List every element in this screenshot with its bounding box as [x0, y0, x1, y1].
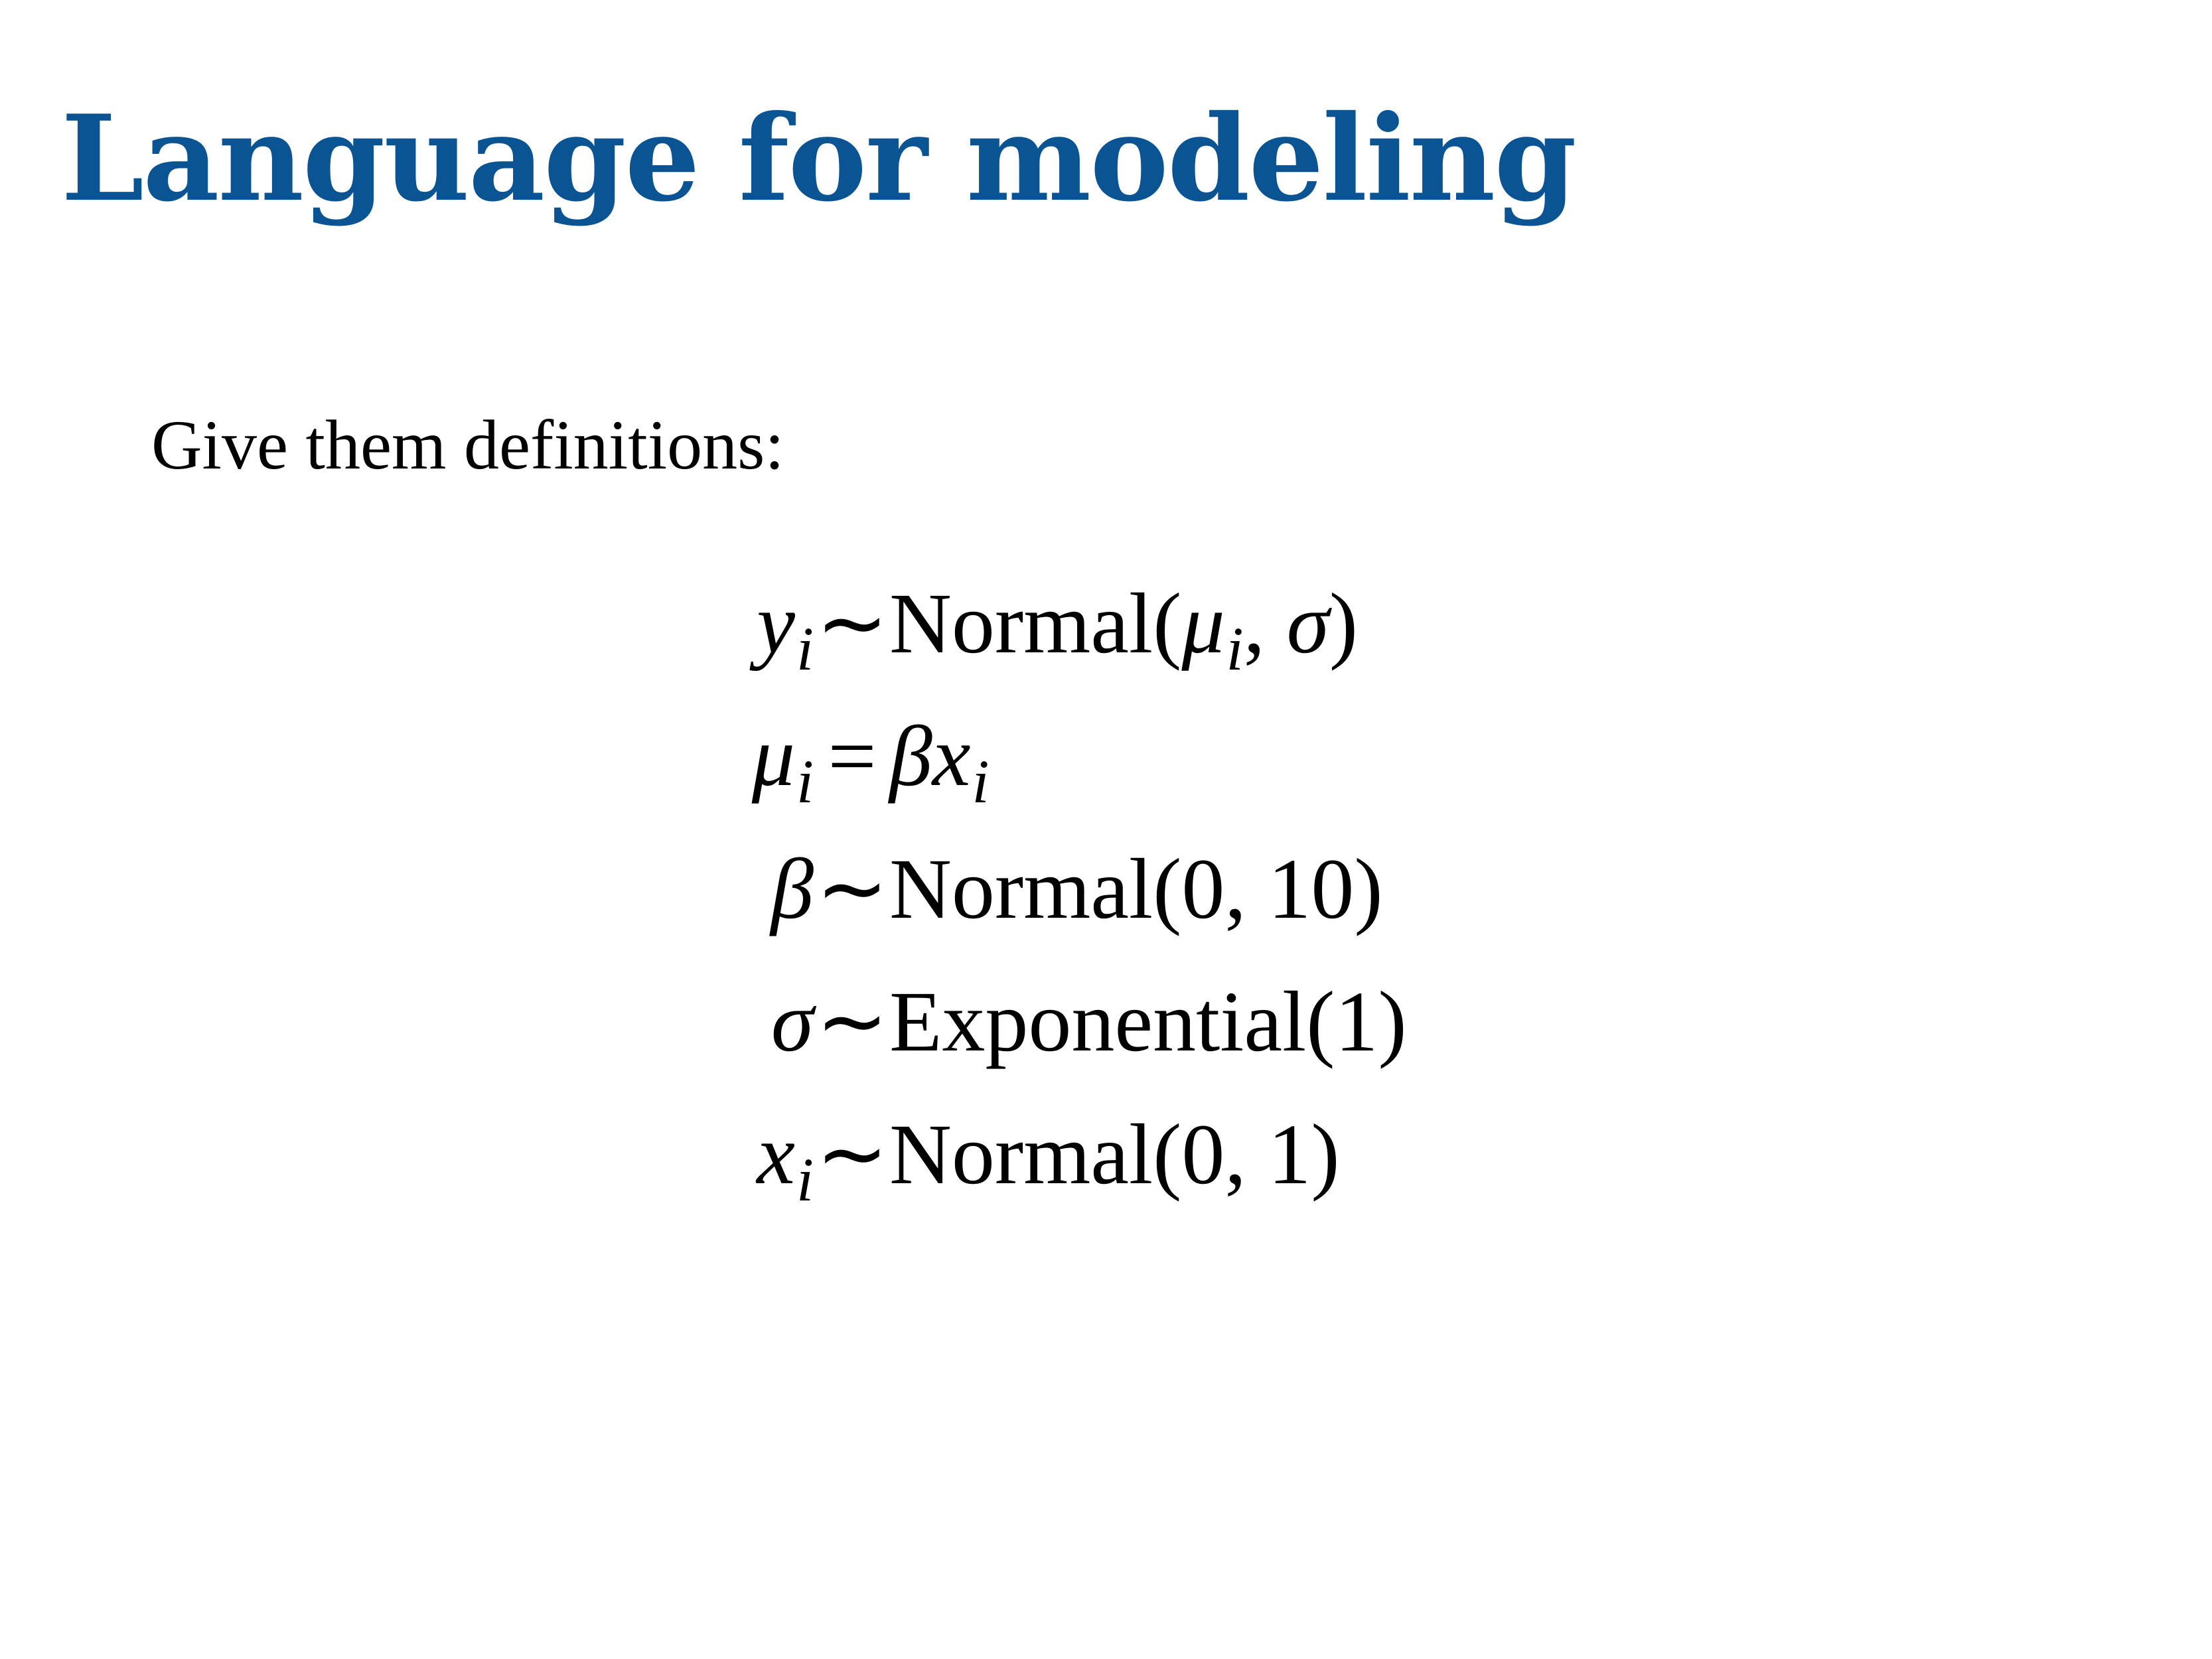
operator-symbol: ∼	[816, 1107, 889, 1202]
equation-rhs: Normal(μi, σ)	[889, 581, 1358, 681]
math-text: )	[1329, 576, 1359, 672]
slide-title: Language for modeling	[61, 89, 1577, 228]
intro-text: Give them definitions:	[151, 406, 784, 484]
equation-lhs: σ	[771, 979, 814, 1065]
math-text: ,	[1243, 576, 1287, 672]
operator-symbol: ∼	[816, 576, 889, 672]
math-text: Exponential(1)	[889, 974, 1407, 1070]
math-text: Normal(0, 10)	[889, 841, 1383, 937]
math-variable: σ	[771, 974, 814, 1070]
operator-symbol: ∼	[816, 841, 889, 937]
equation-lhs: yi	[757, 581, 814, 681]
math-text: Normal(0, 1)	[889, 1107, 1340, 1202]
math-symbol: σ	[771, 974, 814, 1070]
math-variable: β	[889, 709, 932, 804]
math-symbol: σ	[1286, 576, 1329, 672]
math-variable: σ	[1287, 576, 1329, 672]
math-variable: yi	[757, 576, 814, 681]
operator-symbol: ∼	[816, 974, 889, 1070]
math-symbol: μ	[1181, 576, 1225, 672]
math-symbol: μ	[751, 709, 795, 804]
equation-rhs: Normal(0, 10)	[889, 846, 1383, 932]
equation-row: β ∼ Normal(0, 10)	[0, 800, 2212, 932]
equation-rhs: Exponential(1)	[889, 979, 1407, 1065]
math-text: Normal(	[889, 576, 1182, 672]
operator-symbol: =	[828, 709, 877, 804]
equation-row: xi ∼ Normal(0, 1)	[0, 1065, 2212, 1212]
math-symbol: x	[932, 709, 971, 804]
math-symbol: y	[757, 576, 795, 672]
equation-rhs: Normal(0, 1)	[889, 1112, 1340, 1198]
equation-row: yi ∼ Normal(μi, σ)	[0, 534, 2212, 681]
equation-lhs: β	[771, 846, 814, 932]
equation-lhs: xi	[757, 1112, 814, 1212]
math-variable: β	[771, 841, 814, 937]
equation-lhs: μi	[752, 713, 814, 814]
math-subscript: i	[796, 1146, 814, 1215]
equation-rhs: βxi	[889, 713, 989, 814]
equation-row: σ ∼ Exponential(1)	[0, 932, 2212, 1065]
equation-row: μi = βxi	[0, 667, 2212, 814]
math-symbol: β	[771, 841, 814, 937]
math-symbol: x	[757, 1107, 795, 1202]
math-variable: xi	[932, 709, 990, 814]
math-variable: xi	[757, 1107, 814, 1212]
math-variable: μi	[1181, 576, 1243, 681]
math-symbol: β	[889, 709, 932, 804]
math-variable: μi	[751, 709, 814, 814]
